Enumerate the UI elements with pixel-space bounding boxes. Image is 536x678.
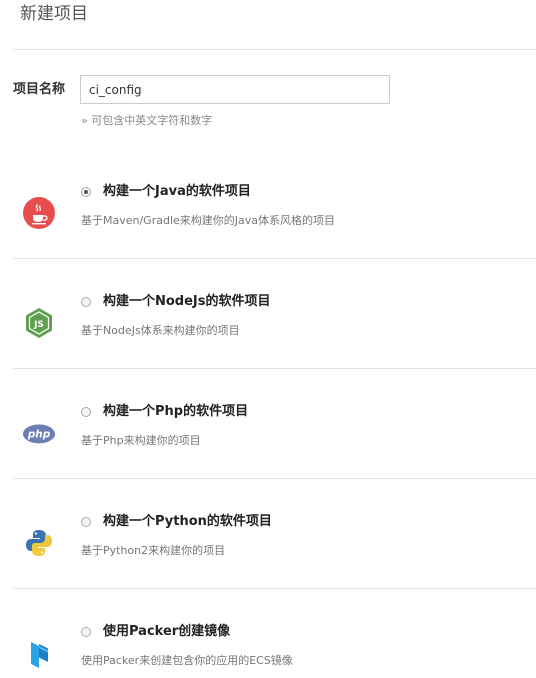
- option-divider: [13, 258, 536, 259]
- option-divider: [13, 368, 536, 369]
- project-name-label: 项目名称: [13, 82, 66, 97]
- option-java[interactable]: 构建一个Java的软件项目 基于Maven/Gradle来构建你的Java体系风…: [0, 177, 536, 267]
- option-title: 构建一个Php的软件项目: [103, 404, 249, 419]
- radio-python[interactable]: [81, 517, 91, 527]
- option-packer[interactable]: 使用Packer创建镜像 使用Packer来创建包含你的应用的ECS镜像: [0, 617, 536, 678]
- svg-text:JS: JS: [33, 320, 44, 330]
- nodejs-icon: JS: [22, 306, 56, 340]
- php-icon: php: [22, 416, 56, 450]
- radio-nodejs[interactable]: [81, 297, 91, 307]
- page-title: 新建项目: [20, 4, 88, 24]
- option-description: 基于Maven/Gradle来构建你的Java体系风格的项目: [81, 214, 336, 227]
- option-title: 构建一个Python的软件项目: [103, 514, 272, 529]
- python-icon: [22, 526, 56, 560]
- option-divider: [13, 588, 536, 589]
- option-php[interactable]: php 构建一个Php的软件项目 基于Php来构建你的项目: [0, 397, 536, 487]
- svg-text:php: php: [27, 429, 51, 441]
- option-description: 基于NodeJs体系来构建你的项目: [81, 324, 240, 337]
- radio-packer[interactable]: [81, 627, 91, 637]
- option-description: 基于Php来构建你的项目: [81, 434, 201, 447]
- option-description: 基于Python2来构建你的项目: [81, 544, 226, 557]
- option-title: 构建一个NodeJs的软件项目: [103, 294, 271, 309]
- option-nodejs[interactable]: JS 构建一个NodeJs的软件项目 基于NodeJs体系来构建你的项目: [0, 287, 536, 377]
- radio-php[interactable]: [81, 407, 91, 417]
- option-title: 构建一个Java的软件项目: [103, 184, 251, 199]
- option-description: 使用Packer来创建包含你的应用的ECS镜像: [81, 654, 293, 667]
- header-divider: [13, 49, 536, 50]
- project-name-input[interactable]: [80, 75, 390, 104]
- packer-icon: [22, 636, 56, 670]
- option-title: 使用Packer创建镜像: [103, 624, 231, 639]
- option-python[interactable]: 构建一个Python的软件项目 基于Python2来构建你的项目: [0, 507, 536, 597]
- project-name-hint: » 可包含中英文字符和数字: [81, 114, 213, 127]
- java-icon: [22, 196, 56, 230]
- option-divider: [13, 478, 536, 479]
- new-project-page: 新建项目 项目名称 » 可包含中英文字符和数字 构建一个Java的软件项目 基于…: [0, 0, 536, 678]
- radio-java[interactable]: [81, 187, 91, 197]
